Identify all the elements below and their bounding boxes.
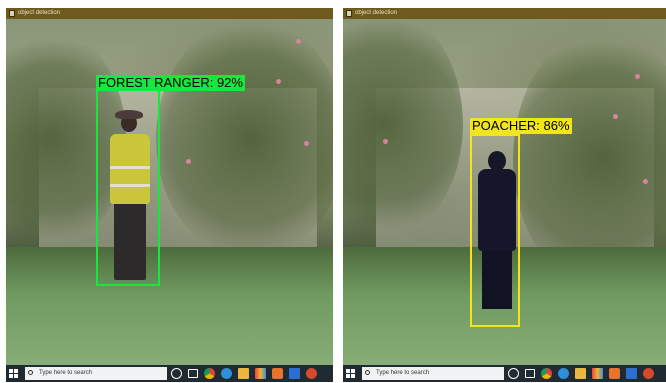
flower [383, 139, 388, 144]
search-icon [365, 370, 370, 375]
camera-frame: POACHER: 86% [343, 19, 666, 365]
flower [643, 179, 648, 184]
app-red-icon[interactable] [643, 368, 654, 379]
photos-icon[interactable] [255, 368, 266, 379]
file-explorer-icon[interactable] [575, 368, 586, 379]
window-titlebar[interactable]: object detection [343, 8, 666, 19]
chrome-icon[interactable] [541, 368, 552, 379]
file-explorer-icon[interactable] [238, 368, 249, 379]
flower [635, 74, 640, 79]
photos-icon[interactable] [592, 368, 603, 379]
bounding-box-poacher [470, 134, 520, 327]
app-orange-icon[interactable] [272, 368, 283, 379]
taskbar-pinned-apps [508, 367, 654, 380]
taskbar-search-input[interactable]: Type here to search [25, 367, 167, 380]
app-blue-icon[interactable] [626, 368, 637, 379]
cortana-circle-icon[interactable] [171, 368, 182, 379]
windows-start-icon[interactable] [9, 369, 18, 378]
shrub [156, 19, 333, 259]
flower [296, 39, 301, 44]
edge-icon[interactable] [558, 368, 569, 379]
task-view-icon[interactable] [188, 369, 198, 378]
flower [276, 79, 281, 84]
flower [613, 114, 618, 119]
bounding-box-forest-ranger [96, 89, 160, 286]
taskbar-search-input[interactable]: Type here to search [362, 367, 504, 380]
camera-frame: FOREST RANGER: 92% [6, 19, 333, 365]
window-title: object detection [355, 10, 398, 16]
lawn [6, 247, 333, 365]
windows-taskbar: Type here to search [6, 365, 333, 382]
app-window-icon [9, 10, 15, 17]
window-titlebar[interactable]: object detection [6, 8, 333, 19]
search-placeholder: Type here to search [39, 370, 93, 376]
taskbar-pinned-apps [171, 367, 317, 380]
app-blue-icon[interactable] [289, 368, 300, 379]
app-orange-icon[interactable] [609, 368, 620, 379]
detection-window-poacher: object detection POACHER: 86% Type here … [343, 8, 666, 382]
chrome-icon[interactable] [204, 368, 215, 379]
windows-start-icon[interactable] [346, 369, 355, 378]
app-window-icon [346, 10, 352, 17]
flower [304, 141, 309, 146]
detection-label-poacher: POACHER: 86% [470, 118, 572, 134]
edge-icon[interactable] [221, 368, 232, 379]
cortana-circle-icon[interactable] [508, 368, 519, 379]
app-red-icon[interactable] [306, 368, 317, 379]
search-placeholder: Type here to search [376, 370, 430, 376]
detection-label-forest-ranger: FOREST RANGER: 92% [96, 75, 245, 91]
windows-taskbar: Type here to search [343, 365, 666, 382]
window-title: object detection [18, 10, 61, 16]
task-view-icon[interactable] [525, 369, 535, 378]
search-icon [28, 370, 33, 375]
detection-window-ranger: object detection FOREST RANGER: 92% Type… [6, 8, 333, 382]
flower [186, 159, 191, 164]
